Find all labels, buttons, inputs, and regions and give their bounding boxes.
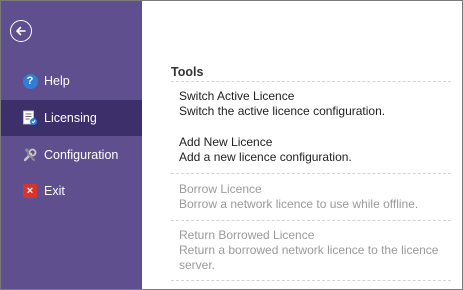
sidebar-item-label: Help (44, 74, 70, 88)
help-icon: ? (22, 73, 38, 89)
sidebar-item-label: Licensing (44, 111, 97, 125)
sidebar-item-label: Exit (44, 184, 65, 198)
tools-icon (22, 147, 38, 163)
tool-description: Add a new licence configuration. (179, 150, 352, 164)
section-title: Tools (171, 65, 204, 79)
sidebar-item-label: Configuration (44, 148, 119, 162)
tool-description: Return a borrowed network licence to the… (179, 243, 439, 272)
sidebar-item-configuration[interactable]: Configuration (1, 137, 142, 173)
exit-icon: × (22, 183, 38, 199)
divider (171, 173, 451, 174)
switch-active-licence-button[interactable]: Switch Active Licence Switch the active … (179, 89, 454, 119)
tool-title: Borrow Licence (179, 182, 262, 196)
add-new-licence-button[interactable]: Add New Licence Add a new licence config… (179, 135, 454, 165)
arrow-left-icon (16, 26, 26, 36)
sidebar-item-licensing[interactable]: Licensing (1, 100, 142, 136)
return-borrowed-licence-button[interactable]: Return Borrowed Licence Return a borrowe… (179, 228, 454, 273)
sidebar-item-help[interactable]: ? Help (1, 63, 142, 99)
tool-title: Switch Active Licence (179, 89, 295, 103)
sidebar-item-exit[interactable]: × Exit (1, 173, 142, 209)
tool-description: Switch the active licence configuration. (179, 104, 386, 118)
borrow-licence-button[interactable]: Borrow Licence Borrow a network licence … (179, 182, 454, 212)
back-button[interactable] (10, 20, 32, 42)
tool-title: Add New Licence (179, 135, 273, 149)
divider (171, 220, 451, 221)
divider (171, 81, 451, 82)
tool-description: Borrow a network licence to use while of… (179, 197, 419, 211)
licence-icon (22, 110, 38, 126)
tool-title: Return Borrowed Licence (179, 228, 315, 242)
divider (171, 280, 451, 281)
tools-panel: Tools Switch Active Licence Switch the a… (142, 1, 462, 289)
sidebar: ? Help Licensing Configuration × Exit (1, 1, 142, 289)
licence-manager-window: ? Help Licensing Configuration × Exit To… (0, 0, 463, 290)
